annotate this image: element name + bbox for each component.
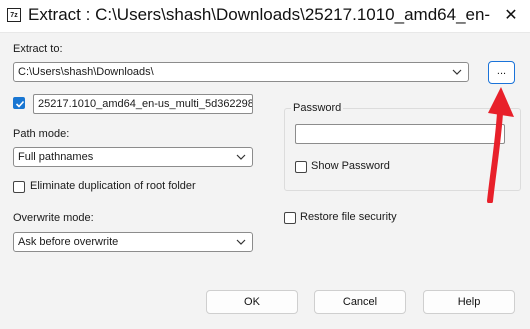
chevron-down-icon	[236, 239, 246, 245]
extract-to-combobox[interactable]: C:\Users\shash\Downloads\	[13, 62, 469, 82]
title-bar: 7z Extract : C:\Users\shash\Downloads\25…	[0, 0, 530, 33]
window-title: Extract : C:\Users\shash\Downloads\25217…	[28, 5, 491, 24]
extract-to-value: C:\Users\shash\Downloads\	[18, 66, 154, 78]
overwrite-mode-label: Overwrite mode:	[13, 212, 94, 224]
overwrite-mode-select[interactable]: Ask before overwrite	[13, 232, 253, 252]
restore-security-checkbox[interactable]	[284, 212, 296, 224]
subfolder-name-field[interactable]: 25217.1010_amd64_en-us_multi_5d362298_	[33, 94, 253, 114]
show-password-checkbox[interactable]	[295, 161, 307, 173]
ok-button[interactable]: OK	[206, 290, 298, 314]
chevron-down-icon	[236, 154, 246, 160]
extract-to-label: Extract to:	[13, 43, 63, 55]
help-button[interactable]: Help	[423, 290, 515, 314]
path-mode-label: Path mode:	[13, 128, 70, 140]
eliminate-duplication-checkbox[interactable]	[13, 181, 25, 193]
close-button[interactable]: ✕	[492, 0, 530, 32]
path-mode-select[interactable]: Full pathnames	[13, 147, 253, 167]
chevron-down-icon[interactable]	[451, 63, 463, 81]
subfolder-checkbox[interactable]	[13, 97, 25, 109]
cancel-button[interactable]: Cancel	[314, 290, 406, 314]
restore-security-label: Restore file security	[300, 211, 397, 223]
eliminate-duplication-label: Eliminate duplication of root folder	[30, 180, 196, 192]
password-label: Password	[291, 102, 344, 114]
annotation-arrow-icon	[487, 87, 514, 203]
browse-button[interactable]: ...	[488, 61, 515, 84]
path-mode-value: Full pathnames	[18, 151, 94, 163]
show-password-label: Show Password	[311, 160, 390, 172]
app-icon: 7z	[7, 8, 21, 22]
checkmark-icon	[15, 100, 25, 108]
overwrite-mode-value: Ask before overwrite	[18, 236, 119, 248]
